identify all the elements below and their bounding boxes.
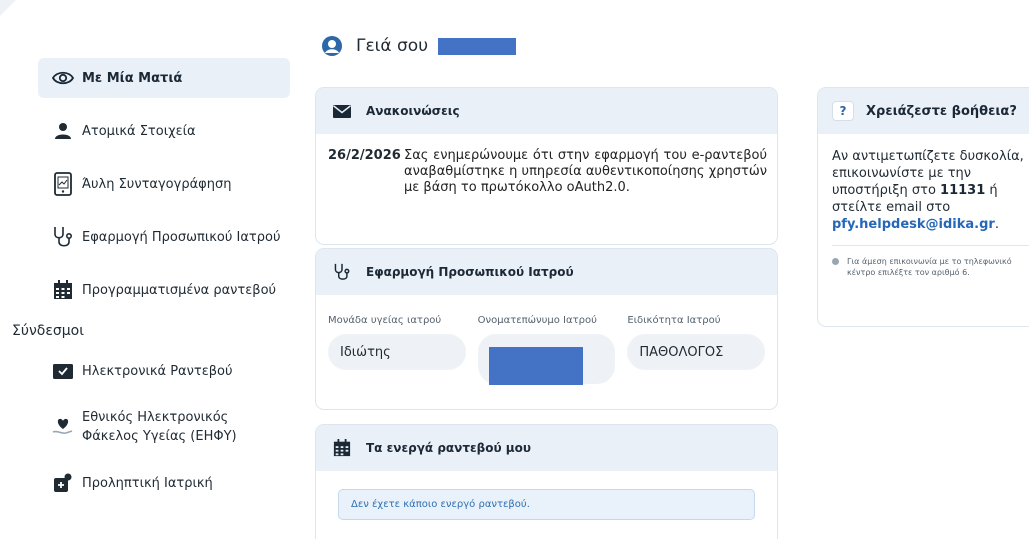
mobile-prescription-icon [52,172,74,196]
bullet-icon [832,258,839,265]
announcement-date: 26/2/2026 [328,148,401,163]
calendar-check-icon [52,360,74,382]
specialty-label: Ειδικότητα Ιατρού [627,315,721,326]
sidebar-item-overview[interactable]: Με Μία Ματιά [38,58,290,98]
specialty-value: ΠΑΘΟΛΟΓΟΣ [627,334,766,370]
active-appointments-body: Δεν έχετε κάποιο ενεργό ραντεβού. [316,471,777,520]
redacted-user-name [438,37,517,55]
announcement-item: 26/2/2026 Σας ενημερώνουμε ότι στην εφαρ… [316,134,777,196]
greeting-text: Γειά σου [356,36,429,56]
envelope-icon [332,101,352,121]
sidebar-item-personal-info[interactable]: Ατομικά Στοιχεία [38,111,290,151]
corner-decoration [0,0,16,16]
help-text-part-3: . [994,217,999,232]
announcement-text: Σας ενημερώνουμε ότι στην εφαρμογή του e… [404,148,767,195]
personal-doctor-header: Εφαρμογή Προσωπικού Ιατρού [316,249,777,295]
calendar-icon [332,438,352,458]
avatar-icon [322,36,342,56]
sidebar-link-ehr[interactable]: Εθνικός Ηλεκτρονικός Φάκελος Υγείας (ΕΗΦ… [38,404,290,450]
health-unit-label: Μονάδα υγείας ιατρού [328,315,442,326]
sidebar-link-label-line-2: Φάκελος Υγείας (ΕΗΦΥ) [82,429,237,444]
question-icon: ? [832,101,854,121]
announcements-card: Ανακοινώσεις 26/2/2026 Σας ενημερώνουμε … [315,87,778,245]
doctor-icon [52,472,74,494]
stethoscope-icon [52,226,74,248]
sidebar-link-preventive-medicine[interactable]: Προληπτική Ιατρική [38,463,290,503]
user-icon [52,120,74,142]
sidebar-item-label: Προγραμματισμένα ραντεβού [82,282,277,298]
doctor-fields: Μονάδα υγείας ιατρού Ιδιώτης Ονοματεπώνυ… [316,295,777,385]
sidebar-item-label: Με Μία Ματιά [82,70,183,86]
announcements-title: Ανακοινώσεις [366,104,460,118]
help-note-text: Για άμεση επικοινωνία με το τηλεφωνικό κ… [847,257,1012,277]
help-card: ? Χρειάζεστε βοήθεια? Αν αντιμετωπίζετε … [817,87,1029,327]
sidebar-link-label: Εθνικός Ηλεκτρονικός Φάκελος Υγείας (ΕΗΦ… [82,408,237,446]
help-email-link[interactable]: pfy.helpdesk@idika.gr [832,217,995,232]
sidebar-item-label: Εφαρμογή Προσωπικού Ιατρού [82,229,281,245]
announcements-header: Ανακοινώσεις [316,88,777,134]
sidebar: Με Μία Ματιά Ατομικά Στοιχεία Άυλη Συντα… [12,58,290,516]
sidebar-item-label: Άυλη Συνταγογράφηση [82,176,232,192]
doctor-name-value [477,334,616,385]
active-appointments-header: Τα ενεργά ραντεβού μου [316,425,777,471]
sidebar-item-label: Ατομικά Στοιχεία [82,123,196,139]
help-phone: 11131 [940,183,986,198]
sidebar-item-personal-doctor[interactable]: Εφαρμογή Προσωπικού Ιατρού [38,217,290,257]
sidebar-link-label-line-1: Εθνικός Ηλεκτρονικός [82,410,229,425]
help-text: Αν αντιμετωπίζετε δυσκολία, επικοινωνίστ… [818,134,1029,233]
sidebar-link-e-appointments[interactable]: Ηλεκτρονικά Ραντεβού [38,351,290,391]
health-unit-field: Μονάδα υγείας ιατρού Ιδιώτης [328,315,466,384]
help-note: Για άμεση επικοινωνία με το τηλεφωνικό κ… [818,246,1029,288]
links-section-title: Σύνδεσμοι [12,323,84,339]
doctor-name-field: Ονοματεπώνυμο Ιατρού [477,315,616,385]
doctor-name-label: Ονοματεπώνυμο Ιατρού [477,315,597,326]
greeting: Γειά σου [322,36,517,56]
heart-hand-icon [52,416,74,438]
calendar-icon [52,279,74,301]
no-appointments-message: Δεν έχετε κάποιο ενεργό ραντεβού. [338,489,755,520]
sidebar-link-label: Ηλεκτρονικά Ραντεβού [82,363,233,379]
active-appointments-title: Τα ενεργά ραντεβού μου [366,441,531,455]
sidebar-link-label: Προληπτική Ιατρική [82,475,213,491]
sidebar-item-scheduled-appointments[interactable]: Προγραμματισμένα ραντεβού [38,270,290,310]
personal-doctor-title: Εφαρμογή Προσωπικού Ιατρού [366,265,574,279]
redacted-doctor-name [488,347,583,385]
help-title: Χρειάζεστε βοήθεια? [866,103,1017,119]
personal-doctor-card: Εφαρμογή Προσωπικού Ιατρού Μονάδα υγείας… [315,248,778,410]
active-appointments-card: Τα ενεργά ραντεβού μου Δεν έχετε κάποιο … [315,424,778,539]
specialty-field: Ειδικότητα Ιατρού ΠΑΘΟΛΟΓΟΣ [627,315,766,384]
stethoscope-icon [332,262,352,282]
sidebar-item-prescription[interactable]: Άυλη Συνταγογράφηση [38,164,290,204]
eye-icon [52,67,74,89]
help-header: ? Χρειάζεστε βοήθεια? [818,88,1029,134]
health-unit-value: Ιδιώτης [328,334,466,370]
